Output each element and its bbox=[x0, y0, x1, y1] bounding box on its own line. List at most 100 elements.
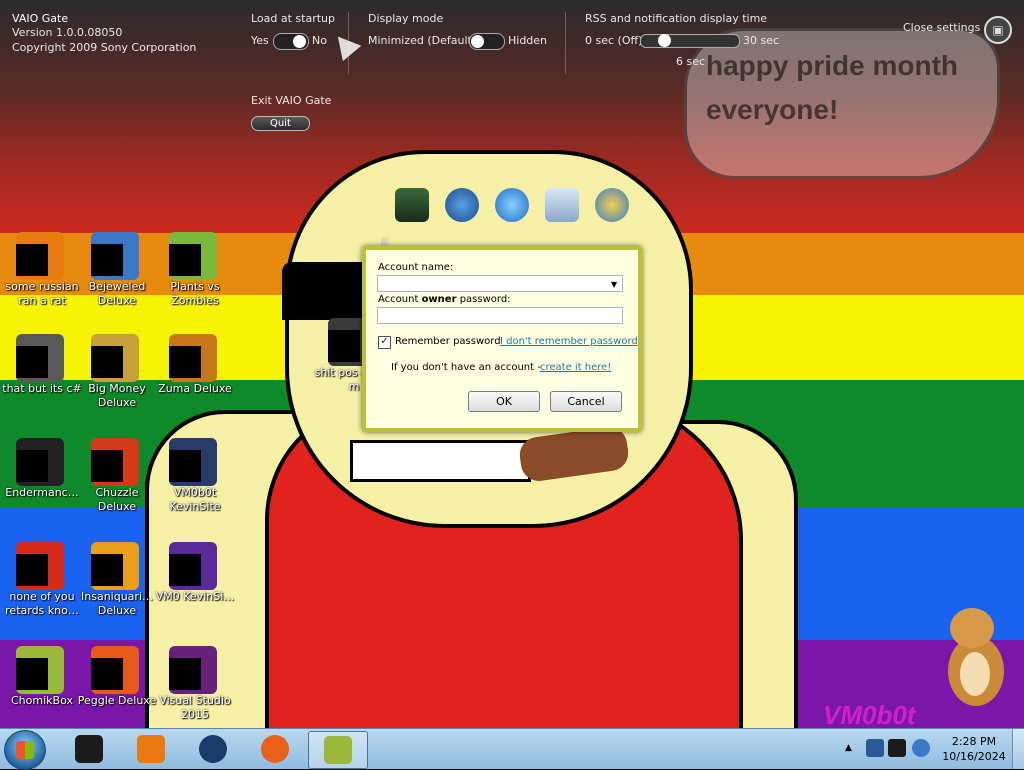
close-settings-link[interactable]: Close settings bbox=[903, 21, 980, 34]
email-icon[interactable] bbox=[545, 188, 579, 222]
divider bbox=[565, 12, 566, 74]
chuzzle-deluxe-icon bbox=[91, 438, 139, 486]
desktop-icon-plants-vs-zombies[interactable]: Plants vs Zombies bbox=[153, 232, 237, 324]
desktop-icon-endermanch[interactable]: Endermanc… bbox=[0, 438, 84, 530]
rss-min-label: 0 sec (Off) bbox=[585, 34, 643, 47]
desktop-icon-peggle-deluxe[interactable]: Peggle Deluxe bbox=[75, 646, 159, 738]
desktop-icon-none-of-you[interactable]: none of you retards kno… bbox=[0, 542, 84, 634]
icon-redaction bbox=[16, 346, 48, 378]
wallpaper-watermark: VM0b0t bbox=[823, 700, 916, 728]
vaio-gate-dock bbox=[385, 184, 645, 230]
desktop-icon-vm0-kevinsite[interactable]: VM0 KevinSi… bbox=[153, 542, 237, 634]
desktop-icon-that-but-its-csharp[interactable]: that but its c# bbox=[0, 334, 84, 426]
owner-password-label-bold: owner bbox=[421, 294, 457, 305]
taskbar: ▲ 2:28 PM 10/16/2024 bbox=[0, 728, 1024, 770]
show-desktop-button[interactable] bbox=[1012, 729, 1024, 769]
display-mode-hidden: Hidden bbox=[508, 34, 548, 47]
insaniquarium-deluxe-icon bbox=[91, 542, 139, 590]
taskbar-button-media-player[interactable] bbox=[60, 731, 118, 767]
endermanch-icon bbox=[16, 438, 64, 486]
show-hidden-icons-button[interactable]: ▲ bbox=[845, 743, 852, 753]
forgot-password-link[interactable]: I don't remember password bbox=[500, 336, 638, 347]
desktop-icon-label: Insaniquari… Deluxe bbox=[81, 590, 153, 617]
taskbar-button-firefox[interactable] bbox=[246, 731, 304, 767]
rss-current-value: 6 sec bbox=[676, 55, 706, 68]
create-account-link[interactable]: create it here! bbox=[540, 362, 611, 373]
windows-logo-icon bbox=[16, 741, 34, 759]
owner-password-label-pre: Account bbox=[378, 294, 422, 305]
display-mode-minimized: Minimized (Default) bbox=[368, 34, 477, 47]
chevron-down-icon[interactable]: ▼ bbox=[611, 280, 617, 289]
rss-display-time-slider[interactable] bbox=[640, 34, 740, 48]
desktop-icon-insaniquarium-deluxe[interactable]: Insaniquari… Deluxe bbox=[75, 542, 159, 634]
quit-button[interactable]: Quit bbox=[251, 116, 310, 131]
load-at-startup-label: Load at startup bbox=[251, 12, 336, 25]
toolbox-icon[interactable]: ▣ bbox=[984, 16, 1012, 44]
internet-explorer-icon[interactable] bbox=[495, 188, 529, 222]
network-globe-icon[interactable] bbox=[445, 188, 479, 222]
slider-thumb[interactable] bbox=[658, 34, 671, 47]
icon-redaction bbox=[328, 330, 360, 362]
load-at-startup-toggle[interactable] bbox=[273, 33, 309, 50]
chomikbox-icon bbox=[16, 646, 64, 694]
login-dialog: Account name: ▼ Account owner password: … bbox=[362, 246, 642, 432]
remember-password-checkbox[interactable]: ✓ bbox=[378, 336, 391, 349]
hamster-head bbox=[950, 608, 994, 648]
icon-redaction bbox=[91, 450, 123, 482]
desktop-icon-label: Visual Studio 2015 bbox=[159, 694, 231, 721]
desktop-icon-label: Zuma Deluxe bbox=[158, 382, 232, 395]
hamster-image bbox=[944, 606, 1004, 706]
display-mode-toggle[interactable] bbox=[469, 33, 505, 50]
visual-studio-2015-icon bbox=[169, 646, 217, 694]
desktop-icon-big-money-deluxe[interactable]: Big Money Deluxe bbox=[75, 334, 159, 426]
vaio-gate-title: VAIO Gate bbox=[12, 12, 69, 25]
icon-redaction bbox=[91, 346, 123, 378]
cursor-pointer-icon bbox=[328, 28, 362, 62]
icon-redaction bbox=[169, 450, 201, 482]
desktop-icon-visual-studio-2015[interactable]: Visual Studio 2015 bbox=[153, 646, 237, 738]
desktop-icon-label: that but its c# bbox=[2, 382, 82, 395]
taskbar-button-chomikbox[interactable] bbox=[308, 731, 368, 769]
account-name-dropdown[interactable] bbox=[377, 275, 623, 292]
load-at-startup-yes: Yes bbox=[251, 34, 269, 47]
hamster-belly bbox=[960, 652, 990, 696]
desktop-icon-zuma-deluxe[interactable]: Zuma Deluxe bbox=[153, 334, 237, 426]
figure-mouth bbox=[350, 440, 531, 482]
desktop-icon-label: Plants vs Zombies bbox=[170, 280, 220, 307]
account-name-label: Account name: bbox=[378, 262, 454, 273]
media-center-icon bbox=[137, 735, 165, 763]
vaio-gate-settings: VAIO Gate Version 1.0.0.08050 Copyright … bbox=[0, 0, 1024, 140]
desktop-icon-bejeweled-deluxe[interactable]: Bejeweled Deluxe bbox=[75, 232, 159, 324]
desktop-icon-chomikbox[interactable]: ChomikBox bbox=[0, 646, 84, 738]
some-russian-ran-a-rat-icon bbox=[16, 232, 64, 280]
vm-icon[interactable] bbox=[395, 188, 429, 222]
icon-redaction bbox=[91, 554, 123, 586]
desktop-icon-label: Bejeweled Deluxe bbox=[88, 280, 146, 307]
tray-app-icon[interactable] bbox=[866, 739, 884, 757]
tray-monitor-icon[interactable] bbox=[888, 739, 906, 757]
desktop-icon-some-russian-ran-a-rat[interactable]: some russian ran a rat bbox=[0, 232, 84, 324]
system-clock[interactable]: 2:28 PM 10/16/2024 bbox=[938, 734, 1010, 764]
owner-password-field[interactable] bbox=[377, 307, 623, 324]
start-button[interactable] bbox=[4, 730, 46, 770]
desktop-icon-vm0b0t-kevinsite[interactable]: VM0b0t KevinSite bbox=[153, 438, 237, 530]
vm0b0t-kevinsite-icon bbox=[169, 438, 217, 486]
load-at-startup-no: No bbox=[312, 34, 327, 47]
owner-password-label-post: password: bbox=[456, 294, 511, 305]
ok-button[interactable]: OK bbox=[468, 391, 540, 412]
vm0-kevinsite-icon bbox=[169, 542, 217, 590]
divider bbox=[348, 12, 349, 74]
desktop-icon-label: Big Money Deluxe bbox=[88, 382, 146, 409]
big-money-deluxe-icon bbox=[91, 334, 139, 382]
users-icon[interactable] bbox=[595, 188, 629, 222]
tray-network-icon[interactable] bbox=[912, 739, 930, 757]
desktop-icon-chuzzle-deluxe[interactable]: Chuzzle Deluxe bbox=[75, 438, 159, 530]
zuma-deluxe-icon bbox=[169, 334, 217, 382]
cancel-button[interactable]: Cancel bbox=[550, 391, 622, 412]
taskbar-button-globe[interactable] bbox=[184, 731, 242, 767]
desktop-icon-label: none of you retards kno… bbox=[5, 590, 79, 617]
taskbar-button-media-center[interactable] bbox=[122, 731, 180, 767]
peggle-deluxe-icon bbox=[91, 646, 139, 694]
clock-date: 10/16/2024 bbox=[942, 750, 1006, 763]
media-player-icon bbox=[75, 735, 103, 763]
